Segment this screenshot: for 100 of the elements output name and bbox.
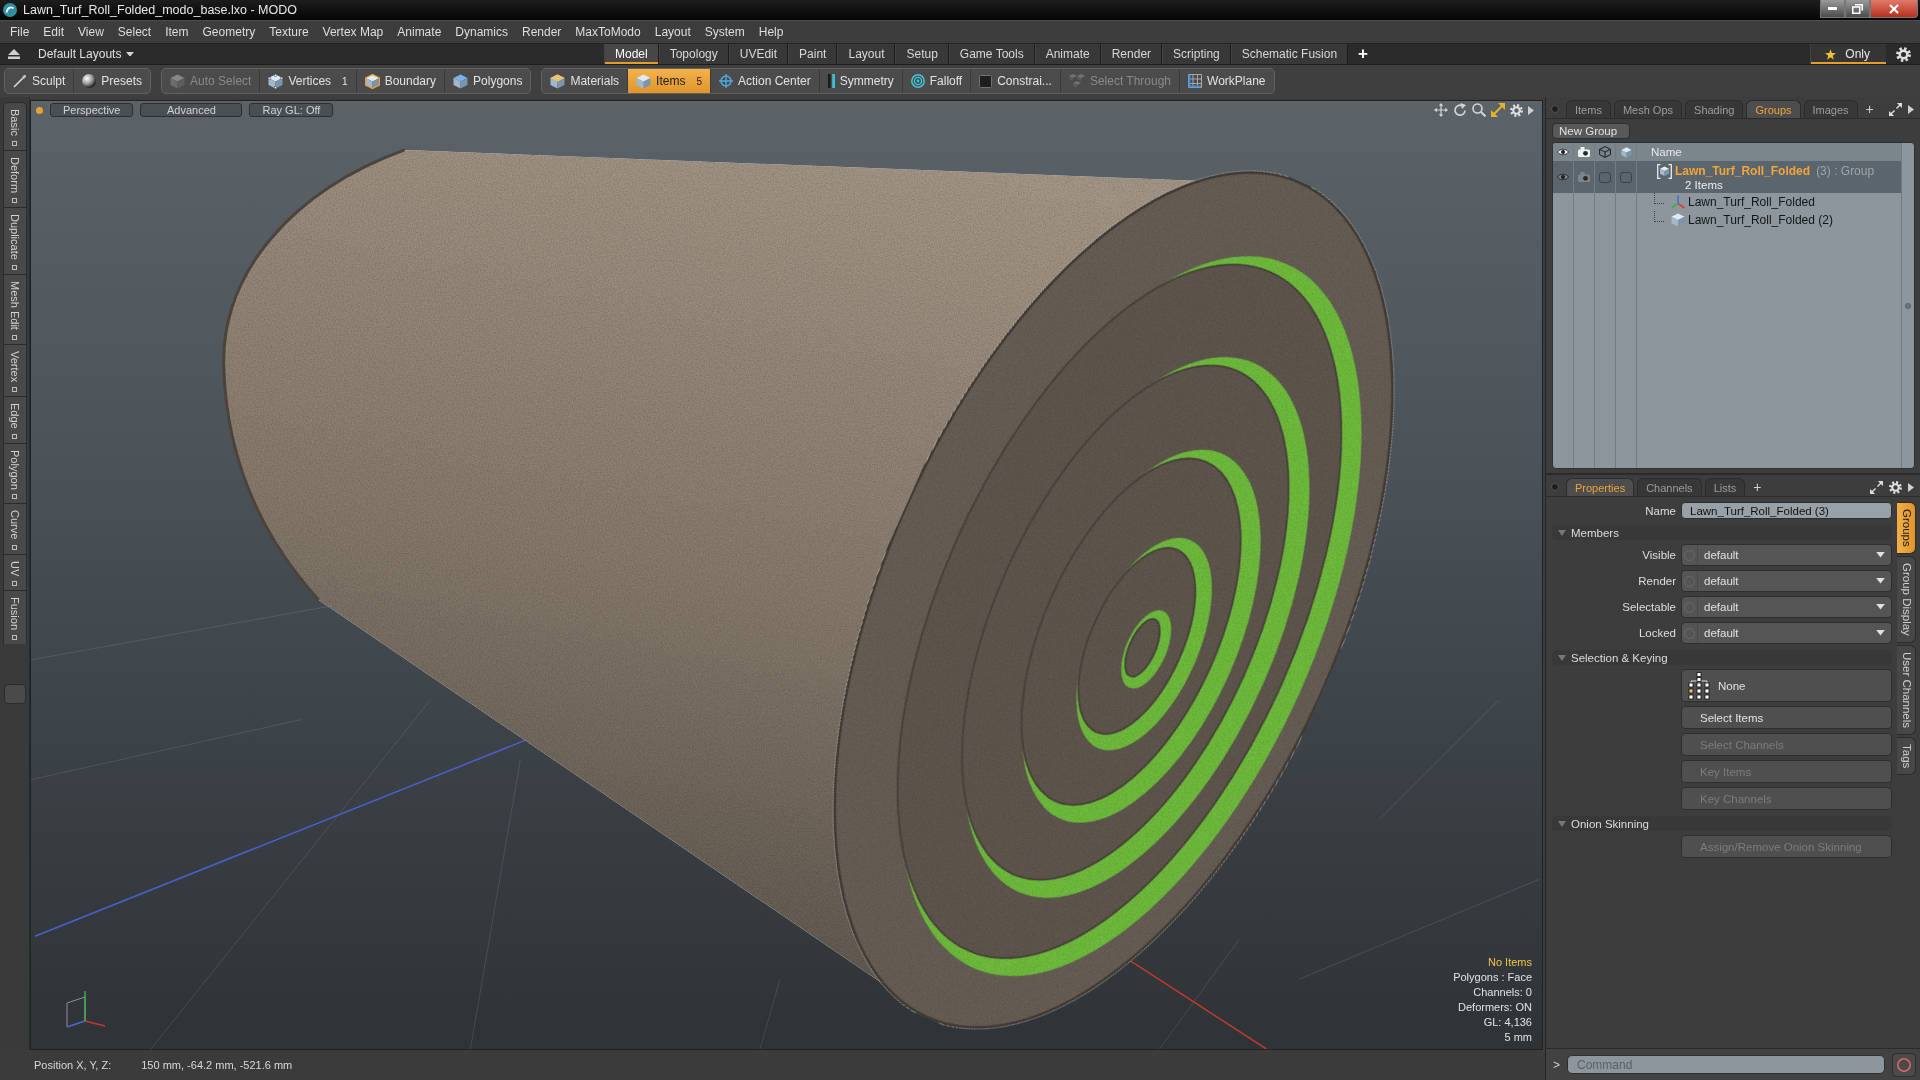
action-button[interactable]: Select Items [1681,706,1892,729]
group-row[interactable]: Lawn_Turf_Roll_Folded (3) : Group 2 Items [1553,161,1901,193]
tool-tab[interactable]: Deform [2,149,27,207]
panel-dot-icon[interactable] [1551,483,1559,491]
move-icon[interactable] [1434,103,1448,117]
tool-tab[interactable]: Basic [2,102,27,150]
tool-tab[interactable]: UV [2,553,27,591]
dropdown[interactable]: default [1681,596,1892,618]
menu-item[interactable]: System [697,23,752,41]
side-tab[interactable]: Group Display [1897,555,1916,643]
tool-button[interactable]: Sculpt [5,69,75,93]
eye-icon[interactable] [1557,173,1569,181]
menu-item[interactable]: File [3,23,37,41]
checkbox[interactable] [1599,171,1611,183]
menu-item[interactable]: View [71,23,111,41]
tool-button[interactable]: Falloff [902,69,972,93]
expand-icon[interactable] [1870,480,1883,494]
dropdown[interactable]: default [1681,622,1892,644]
layout-tab[interactable]: Paint [788,44,838,64]
checkbox[interactable] [1620,171,1632,183]
view-button[interactable]: Ray GL: Off [249,103,334,117]
tool-button[interactable]: Symmetry [819,69,903,93]
tool-tab[interactable]: Edge [2,395,27,443]
close-button[interactable] [1870,0,1918,18]
side-tab[interactable]: Tags [1897,736,1916,775]
layout-tab[interactable]: Topology [658,44,729,64]
layout-tab[interactable]: Setup [895,44,949,64]
only-toggle[interactable]: Only [1810,44,1886,64]
record-button[interactable] [1892,1052,1916,1077]
panel-tab[interactable]: Lists [1704,478,1746,496]
menu-item[interactable]: Select [110,23,159,41]
eject-icon[interactable] [8,49,20,59]
layouts-menu[interactable]: Default Layouts [38,47,135,61]
layout-tab[interactable]: Schematic Fusion [1230,44,1349,64]
minimize-button[interactable] [1820,0,1845,18]
tool-button[interactable]: Items 5 [628,69,711,93]
restore-button[interactable] [1845,0,1870,18]
tool-tab[interactable]: Mesh Edit [2,273,27,344]
menu-item[interactable]: Edit [36,23,72,41]
layout-tab[interactable]: Game Tools [948,44,1035,64]
tool-button[interactable]: Constrai... [971,69,1061,93]
view-button[interactable]: Perspective [50,103,134,117]
side-tab[interactable]: Groups [1897,502,1916,554]
tool-button[interactable]: Boundary [356,69,446,93]
caret-right-icon[interactable] [1528,105,1534,115]
section-header[interactable]: Onion Skinning [1552,816,1892,831]
menu-item[interactable]: Vertex Map [315,23,391,41]
menu-item[interactable]: Help [751,23,791,41]
tool-tab[interactable]: Vertex [2,343,27,396]
layout-tab[interactable]: Scripting [1162,44,1231,64]
menu-item[interactable]: Geometry [195,23,263,41]
zoom-icon[interactable] [1472,103,1486,117]
scrollbar-thumb[interactable] [1905,302,1911,309]
tool-tab[interactable]: Polygon [2,442,27,504]
panel-tab[interactable]: Shading [1685,100,1744,118]
caret-right-icon[interactable] [1908,482,1914,492]
maximize-icon[interactable] [1491,103,1505,117]
camera-icon[interactable] [1578,172,1590,182]
tool-tab[interactable]: Fusion [2,590,27,645]
name-field[interactable]: Lawn_Turf_Roll_Folded (3) [1681,502,1892,519]
action-button[interactable]: None [1681,669,1892,702]
tool-button[interactable]: Polygons [445,69,531,93]
tool-button[interactable]: Presets [74,69,151,93]
caret-right-icon[interactable] [1908,104,1914,114]
section-header[interactable]: Members [1552,525,1892,540]
menu-item[interactable]: MaxToModo [568,23,648,41]
rotate-icon[interactable] [1453,103,1467,117]
item-name[interactable]: Lawn_Turf_Roll_Folded [1688,195,1815,209]
menu-item[interactable]: Item [158,23,196,41]
settings-icon[interactable] [1895,46,1911,62]
menu-item[interactable]: Dynamics [448,23,515,41]
panel-tab[interactable]: Mesh Ops [1613,100,1683,118]
layout-tab[interactable]: Layout [837,44,896,64]
panel-tab[interactable]: Items [1566,100,1611,118]
layout-tab[interactable]: UVEdit [728,44,789,64]
layout-tab[interactable]: Model [604,44,659,64]
settings-icon[interactable] [1510,103,1523,117]
panel-dot-icon[interactable] [1551,105,1559,113]
add-tab-button[interactable]: + [1348,44,1379,64]
menu-item[interactable]: Animate [390,23,449,41]
tool-button[interactable]: Vertices 1 [260,69,357,93]
new-group-button[interactable]: New Group [1552,123,1630,139]
tool-button[interactable]: Action Center [711,69,820,93]
menu-item[interactable]: Render [515,23,569,41]
section-header[interactable]: Selection & Keying [1552,650,1892,665]
panel-tab[interactable]: Properties [1566,478,1635,496]
dropdown[interactable]: default [1681,570,1892,592]
view-button[interactable]: Advanced [140,103,243,117]
tool-tab[interactable]: Curve [2,503,27,554]
item-name[interactable]: Lawn_Turf_Roll_Folded (2) [1688,213,1833,227]
layout-tab[interactable]: Animate [1034,44,1101,64]
viewport[interactable]: Perspective Advanced Ray GL: Off No Items Polygons : Face Channels: 0 Deformers: ON GL: 4,136 5 mm [30,100,1543,1050]
dot-icon[interactable] [36,106,43,114]
tool-button[interactable]: WorkPlane [1180,69,1274,93]
panel-tab[interactable]: Channels [1637,478,1702,496]
tool-tab[interactable]: Duplicate [2,206,27,274]
menu-item[interactable]: Texture [262,23,316,41]
panel-tab[interactable]: Groups [1746,100,1801,118]
settings-icon[interactable] [1889,480,1902,494]
menu-item[interactable]: Layout [647,23,698,41]
